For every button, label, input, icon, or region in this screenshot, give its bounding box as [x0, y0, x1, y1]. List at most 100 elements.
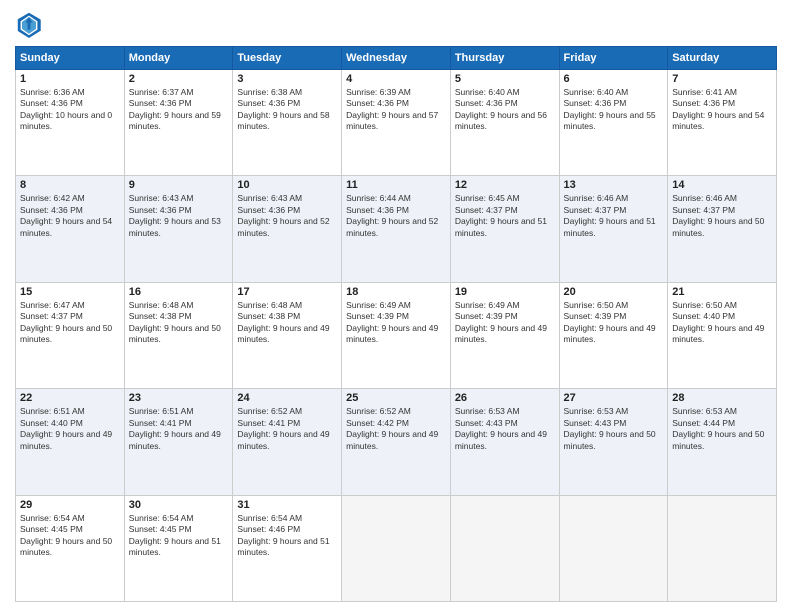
weekday-header: Friday — [559, 47, 668, 70]
sunrise-text: Sunrise: 6:46 AM — [672, 193, 772, 204]
calendar-cell: 26Sunrise: 6:53 AMSunset: 4:43 PMDayligh… — [450, 389, 559, 495]
sunrise-text: Sunrise: 6:53 AM — [455, 406, 555, 417]
calendar-cell: 20Sunrise: 6:50 AMSunset: 4:39 PMDayligh… — [559, 282, 668, 388]
daylight-text: Daylight: 9 hours and 50 minutes. — [564, 429, 664, 452]
day-number: 29 — [20, 499, 120, 511]
day-info: Sunrise: 6:37 AMSunset: 4:36 PMDaylight:… — [129, 87, 229, 133]
weekday-header: Tuesday — [233, 47, 342, 70]
calendar-cell: 2 Sunrise: 6:37 AMSunset: 4:36 PMDaylight… — [124, 70, 233, 176]
day-number: 20 — [564, 286, 664, 298]
day-number: 19 — [455, 286, 555, 298]
sunrise-text: Sunrise: 6:50 AM — [564, 300, 664, 311]
daylight-text: Daylight: 9 hours and 54 minutes. — [672, 110, 772, 133]
sunrise-text: Sunrise: 6:48 AM — [237, 300, 337, 311]
day-number: 2 — [129, 73, 229, 85]
calendar-cell: 5Sunrise: 6:40 AMSunset: 4:36 PMDaylight… — [450, 70, 559, 176]
sunrise-text: Sunrise: 6:37 AM — [129, 87, 229, 98]
day-number: 28 — [672, 392, 772, 404]
day-number: 18 — [346, 286, 446, 298]
sunrise-text: Sunrise: 6:53 AM — [564, 406, 664, 417]
calendar-cell: 28 Sunrise: 6:53 AMSunset: 4:44 PMDayligh… — [668, 389, 777, 495]
daylight-text: Daylight: 9 hours and 49 minutes. — [129, 429, 229, 452]
daylight-text: Daylight: 9 hours and 50 minutes. — [20, 536, 120, 559]
calendar-cell: 13Sunrise: 6:46 AMSunset: 4:37 PMDayligh… — [559, 176, 668, 282]
day-info: Sunrise: 6:48 AMSunset: 4:38 PMDaylight:… — [237, 300, 337, 346]
daylight-text: Daylight: 9 hours and 56 minutes. — [455, 110, 555, 133]
calendar-cell: 11Sunrise: 6:44 AMSunset: 4:36 PMDayligh… — [342, 176, 451, 282]
day-number: 11 — [346, 179, 446, 191]
sunset-text: Sunset: 4:36 PM — [20, 98, 120, 109]
day-info: Sunrise: 6:42 AMSunset: 4:36 PMDaylight:… — [20, 193, 120, 239]
sunset-text: Sunset: 4:40 PM — [672, 311, 772, 322]
day-info: Sunrise: 6:40 AMSunset: 4:36 PMDaylight:… — [455, 87, 555, 133]
day-info: Sunrise: 6:47 AMSunset: 4:37 PMDaylight:… — [20, 300, 120, 346]
calendar-cell: 7Sunrise: 6:41 AMSunset: 4:36 PMDaylight… — [668, 70, 777, 176]
day-info: Sunrise: 6:43 AMSunset: 4:36 PMDaylight:… — [129, 193, 229, 239]
calendar-header-row: SundayMondayTuesdayWednesdayThursdayFrid… — [16, 47, 777, 70]
day-info: Sunrise: 6:46 AMSunset: 4:37 PMDaylight:… — [564, 193, 664, 239]
day-info: Sunrise: 6:49 AMSunset: 4:39 PMDaylight:… — [455, 300, 555, 346]
calendar-body: 1Sunrise: 6:36 AMSunset: 4:36 PMDaylight… — [16, 70, 777, 602]
weekday-header: Monday — [124, 47, 233, 70]
sunrise-text: Sunrise: 6:53 AM — [672, 406, 772, 417]
daylight-text: Daylight: 9 hours and 51 minutes. — [129, 536, 229, 559]
header — [15, 10, 777, 38]
calendar-cell: 22Sunrise: 6:51 AMSunset: 4:40 PMDayligh… — [16, 389, 125, 495]
day-info: Sunrise: 6:46 AMSunset: 4:37 PMDaylight:… — [672, 193, 772, 239]
day-number: 31 — [237, 499, 337, 511]
day-info: Sunrise: 6:49 AMSunset: 4:39 PMDaylight:… — [346, 300, 446, 346]
sunrise-text: Sunrise: 6:40 AM — [564, 87, 664, 98]
daylight-text: Daylight: 9 hours and 51 minutes. — [564, 216, 664, 239]
day-number: 23 — [129, 392, 229, 404]
daylight-text: Daylight: 9 hours and 54 minutes. — [20, 216, 120, 239]
calendar-cell: 27Sunrise: 6:53 AMSunset: 4:43 PMDayligh… — [559, 389, 668, 495]
sunrise-text: Sunrise: 6:50 AM — [672, 300, 772, 311]
sunrise-text: Sunrise: 6:52 AM — [346, 406, 446, 417]
calendar-week-row: 29Sunrise: 6:54 AMSunset: 4:45 PMDayligh… — [16, 495, 777, 601]
sunrise-text: Sunrise: 6:45 AM — [455, 193, 555, 204]
sunrise-text: Sunrise: 6:42 AM — [20, 193, 120, 204]
daylight-text: Daylight: 9 hours and 50 minutes. — [672, 216, 772, 239]
daylight-text: Daylight: 9 hours and 59 minutes. — [129, 110, 229, 133]
calendar-cell: 30Sunrise: 6:54 AMSunset: 4:45 PMDayligh… — [124, 495, 233, 601]
daylight-text: Daylight: 9 hours and 50 minutes. — [672, 429, 772, 452]
day-number: 21 — [672, 286, 772, 298]
day-number: 24 — [237, 392, 337, 404]
sunrise-text: Sunrise: 6:48 AM — [129, 300, 229, 311]
calendar-cell: 19 Sunrise: 6:49 AMSunset: 4:39 PMDayligh… — [450, 282, 559, 388]
sunrise-text: Sunrise: 6:39 AM — [346, 87, 446, 98]
sunset-text: Sunset: 4:36 PM — [20, 205, 120, 216]
sunrise-text: Sunrise: 6:51 AM — [20, 406, 120, 417]
sunrise-text: Sunrise: 6:49 AM — [346, 300, 446, 311]
sunset-text: Sunset: 4:46 PM — [237, 524, 337, 535]
calendar-week-row: 1Sunrise: 6:36 AMSunset: 4:36 PMDaylight… — [16, 70, 777, 176]
day-info: Sunrise: 6:36 AMSunset: 4:36 PMDaylight:… — [20, 87, 120, 133]
daylight-text: Daylight: 9 hours and 49 minutes. — [237, 323, 337, 346]
daylight-text: Daylight: 9 hours and 49 minutes. — [346, 429, 446, 452]
sunset-text: Sunset: 4:36 PM — [564, 98, 664, 109]
sunset-text: Sunset: 4:41 PM — [237, 418, 337, 429]
day-info: Sunrise: 6:43 AMSunset: 4:36 PMDaylight:… — [237, 193, 337, 239]
calendar-cell: 9 Sunrise: 6:43 AMSunset: 4:36 PMDaylight… — [124, 176, 233, 282]
sunset-text: Sunset: 4:40 PM — [20, 418, 120, 429]
calendar-table: SundayMondayTuesdayWednesdayThursdayFrid… — [15, 46, 777, 602]
day-info: Sunrise: 6:53 AMSunset: 4:44 PMDaylight:… — [672, 406, 772, 452]
sunrise-text: Sunrise: 6:40 AM — [455, 87, 555, 98]
sunset-text: Sunset: 4:38 PM — [237, 311, 337, 322]
sunset-text: Sunset: 4:36 PM — [129, 98, 229, 109]
calendar-cell: 10 Sunrise: 6:43 AMSunset: 4:36 PMDayligh… — [233, 176, 342, 282]
sunset-text: Sunset: 4:36 PM — [129, 205, 229, 216]
calendar-cell — [342, 495, 451, 601]
daylight-text: Daylight: 9 hours and 49 minutes. — [346, 323, 446, 346]
daylight-text: Daylight: 9 hours and 58 minutes. — [237, 110, 337, 133]
day-number: 9 — [129, 179, 229, 191]
sunset-text: Sunset: 4:41 PM — [129, 418, 229, 429]
calendar-cell: 6Sunrise: 6:40 AMSunset: 4:36 PMDaylight… — [559, 70, 668, 176]
daylight-text: Daylight: 9 hours and 51 minutes. — [237, 536, 337, 559]
daylight-text: Daylight: 9 hours and 49 minutes. — [564, 323, 664, 346]
day-number: 30 — [129, 499, 229, 511]
calendar-cell: 15Sunrise: 6:47 AMSunset: 4:37 PMDayligh… — [16, 282, 125, 388]
day-info: Sunrise: 6:52 AMSunset: 4:41 PMDaylight:… — [237, 406, 337, 452]
calendar-cell: 18 Sunrise: 6:49 AMSunset: 4:39 PMDayligh… — [342, 282, 451, 388]
day-number: 10 — [237, 179, 337, 191]
